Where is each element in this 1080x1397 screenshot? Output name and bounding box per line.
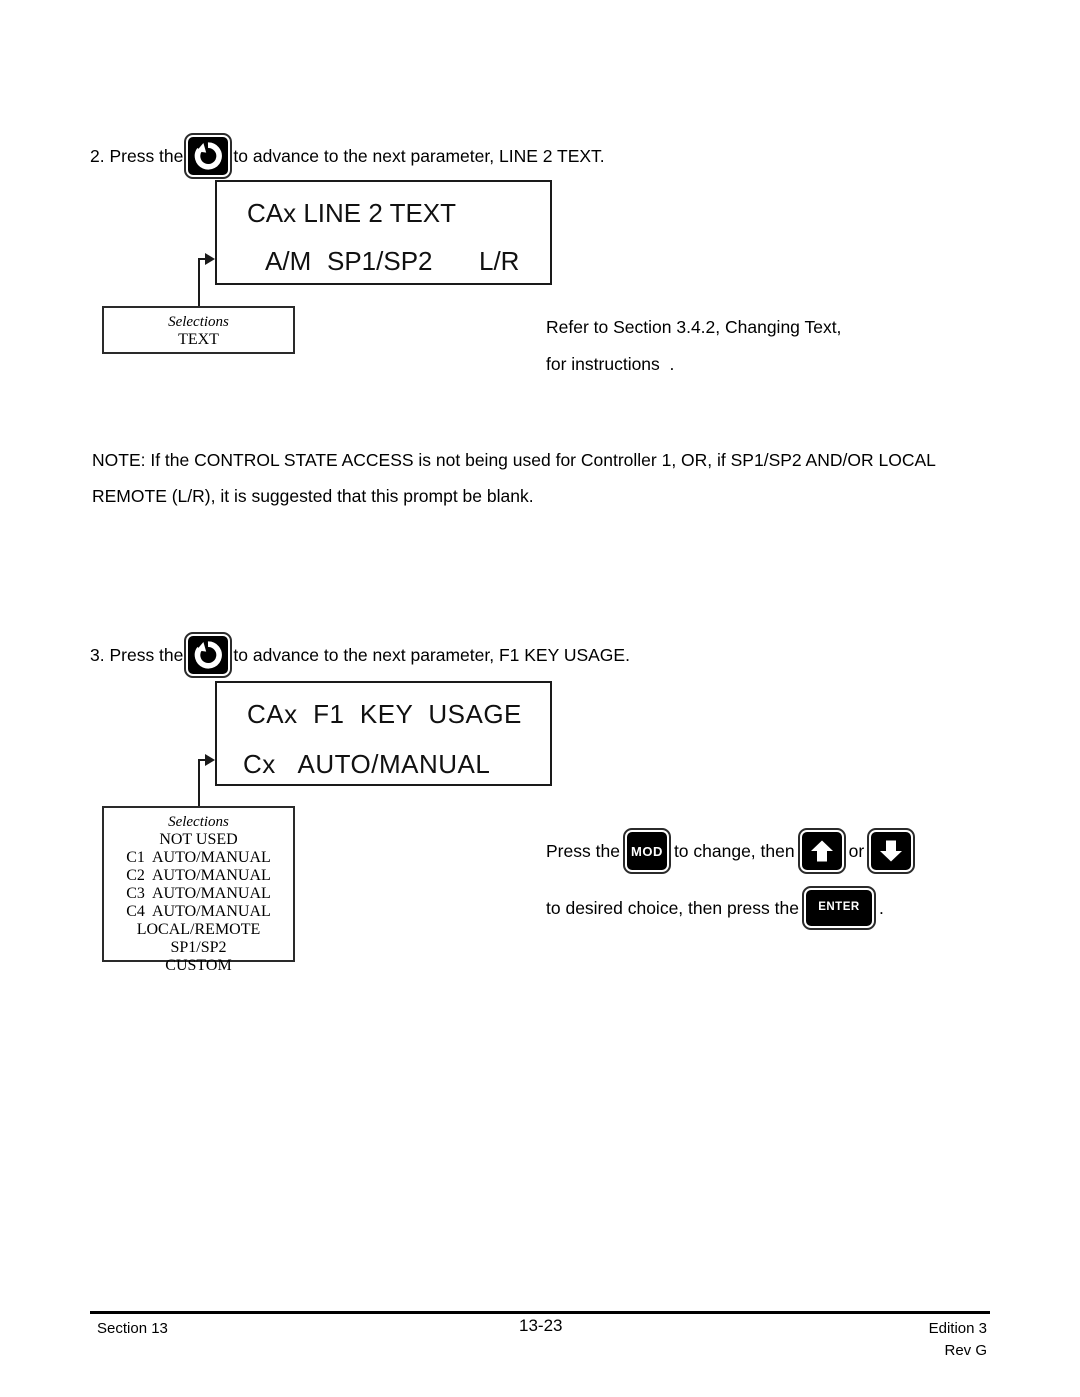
- selections-item: C1 AUTO/MANUAL: [126, 849, 271, 867]
- lcd-line-2: Cx AUTO/MANUAL: [243, 749, 491, 779]
- mod-key-label: MOD: [631, 843, 663, 859]
- step-3-text: to advance to the next parameter, F1 KEY…: [233, 644, 630, 665]
- selections-title: Selections: [168, 314, 229, 330]
- sentence-period: .: [878, 897, 884, 918]
- lcd-line-2-col-2: SP1/SP2: [327, 246, 433, 276]
- selections-box-f1key: Selections NOT USED C1 AUTO/MANUAL C2 AU…: [102, 806, 295, 974]
- or-label: or: [848, 840, 865, 861]
- advance-loop-icon[interactable]: [184, 133, 233, 179]
- footer-divider: [90, 1311, 990, 1314]
- leader-line-vertical-1: [198, 258, 200, 308]
- document-page: 2. Press the to advance to the next para…: [0, 0, 1080, 1397]
- step-2-instruction: 2. Press the to advance to the next para…: [90, 133, 605, 179]
- lcd-display-f1keyusage: CAx F1 KEY USAGE Cx AUTO/MANUAL: [215, 681, 552, 786]
- advance-loop-icon[interactable]: [184, 632, 233, 678]
- leader-arrowhead-1: [205, 253, 215, 265]
- refer-note-line-1: Refer to Section 3.4.2, Changing Text,: [546, 317, 842, 337]
- selections-item: TEXT: [178, 331, 219, 349]
- lcd-display-line2text: CAx LINE 2 TEXT A/M SP1/SP2 L/R: [215, 180, 552, 285]
- refer-note-line-2: for instructions .: [546, 354, 675, 374]
- change-instruction-line-2: to desired choice, then press the ENTER …: [546, 886, 884, 930]
- step-3-number: 3. Press the: [90, 644, 184, 665]
- footer-section-label: Section 13: [97, 1320, 168, 1337]
- note-paragraph-line-2: REMOTE (L/R), it is suggested that this …: [92, 486, 534, 506]
- footer-revision: Rev G: [944, 1342, 987, 1359]
- lcd-line-2-col-1: A/M: [265, 246, 312, 276]
- to-desired-choice-label: to desired choice, then press the: [546, 897, 799, 918]
- lcd-line-2-col-3: L/R: [479, 246, 520, 276]
- mod-key-icon[interactable]: MOD: [622, 828, 671, 874]
- footer-edition: Edition 3: [928, 1320, 987, 1337]
- leader-arrowhead-2: [205, 754, 215, 766]
- arrow-up-icon[interactable]: [797, 828, 846, 874]
- selections-item: LOCAL/REMOTE: [136, 920, 261, 938]
- step-2-number: 2. Press the: [90, 145, 184, 166]
- step-2-text: to advance to the next parameter, LINE 2…: [233, 145, 605, 166]
- lcd-line-1: CAx F1 KEY USAGE: [247, 699, 522, 729]
- selections-title: Selections: [168, 814, 229, 830]
- page-number: 13-23: [519, 1316, 563, 1335]
- enter-key-icon[interactable]: ENTER: [801, 886, 876, 930]
- press-the-label: Press the: [546, 840, 620, 861]
- change-instruction-line-1: Press the MOD to change, then or: [546, 828, 918, 874]
- arrow-down-icon[interactable]: [867, 828, 916, 874]
- selections-item: SP1/SP2: [170, 938, 227, 956]
- selections-box-text: Selections TEXT: [102, 306, 295, 354]
- enter-key-label: ENTER: [818, 901, 860, 914]
- selections-item: CUSTOM: [165, 956, 232, 974]
- to-change-then-label: to change, then: [673, 840, 795, 861]
- lcd-line-1: CAx LINE 2 TEXT: [247, 198, 457, 228]
- note-paragraph-line-1: NOTE: If the CONTROL STATE ACCESS is not…: [92, 450, 936, 470]
- selections-item: C3 AUTO/MANUAL: [126, 884, 271, 902]
- selections-item: NOT USED: [159, 831, 238, 849]
- step-3-instruction: 3. Press the to advance to the next para…: [90, 632, 630, 678]
- selections-item: C4 AUTO/MANUAL: [126, 902, 271, 920]
- leader-line-vertical-2: [198, 759, 200, 806]
- selections-item: C2 AUTO/MANUAL: [126, 867, 271, 885]
